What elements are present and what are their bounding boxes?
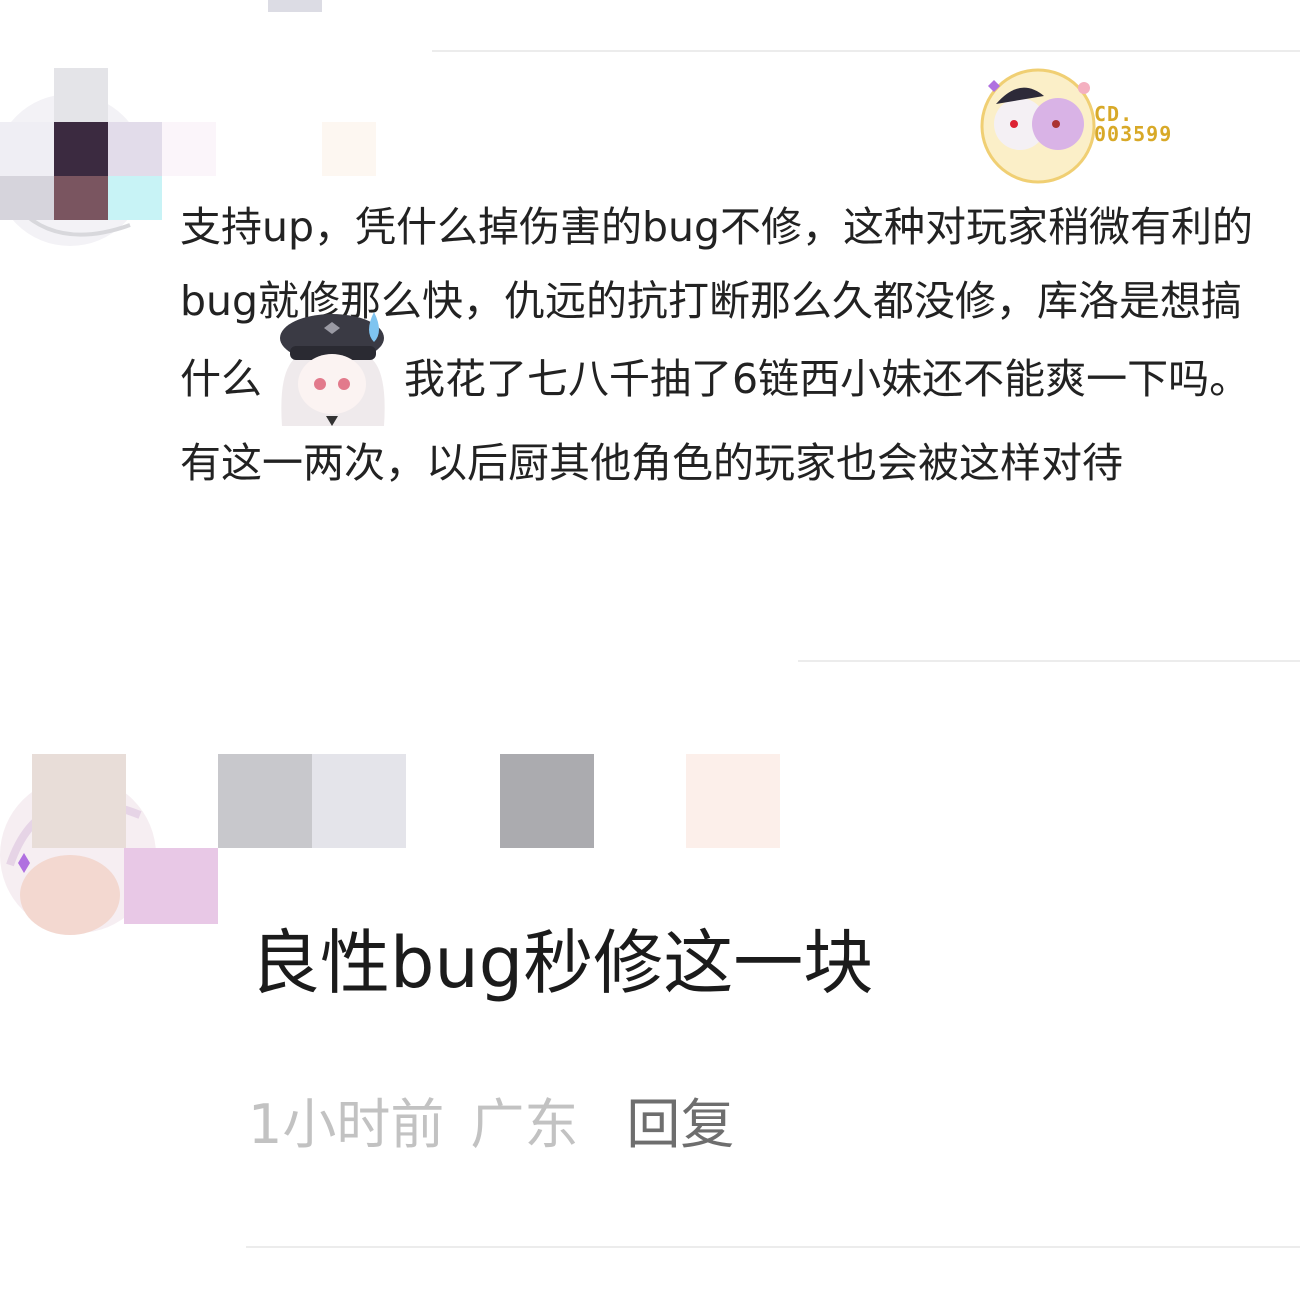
fan-badge-number: 003599 — [1094, 122, 1173, 146]
reply-region: 广东 — [470, 1093, 579, 1156]
reply-time: 1小时前 — [248, 1093, 445, 1156]
divider-bottom — [246, 1246, 1300, 1248]
fan-badge-label: CD. — [1094, 102, 1134, 126]
reply-button[interactable]: 回复 — [626, 1093, 734, 1156]
reply-meta: 1小时前 广东 回复 — [248, 1090, 734, 1160]
divider-top — [432, 50, 1300, 52]
reply-body: 良性bug秒修这一块 — [250, 922, 874, 1004]
divider-middle — [798, 660, 1300, 662]
comment-body: 支持up，凭什么掉伤害的bug不修，这种对玩家稍微有利的bug就修那么快，仇远的… — [180, 190, 1270, 500]
chibi-sweat-drop-sticker-icon — [280, 312, 385, 426]
blurred-username-fragment — [268, 0, 322, 12]
